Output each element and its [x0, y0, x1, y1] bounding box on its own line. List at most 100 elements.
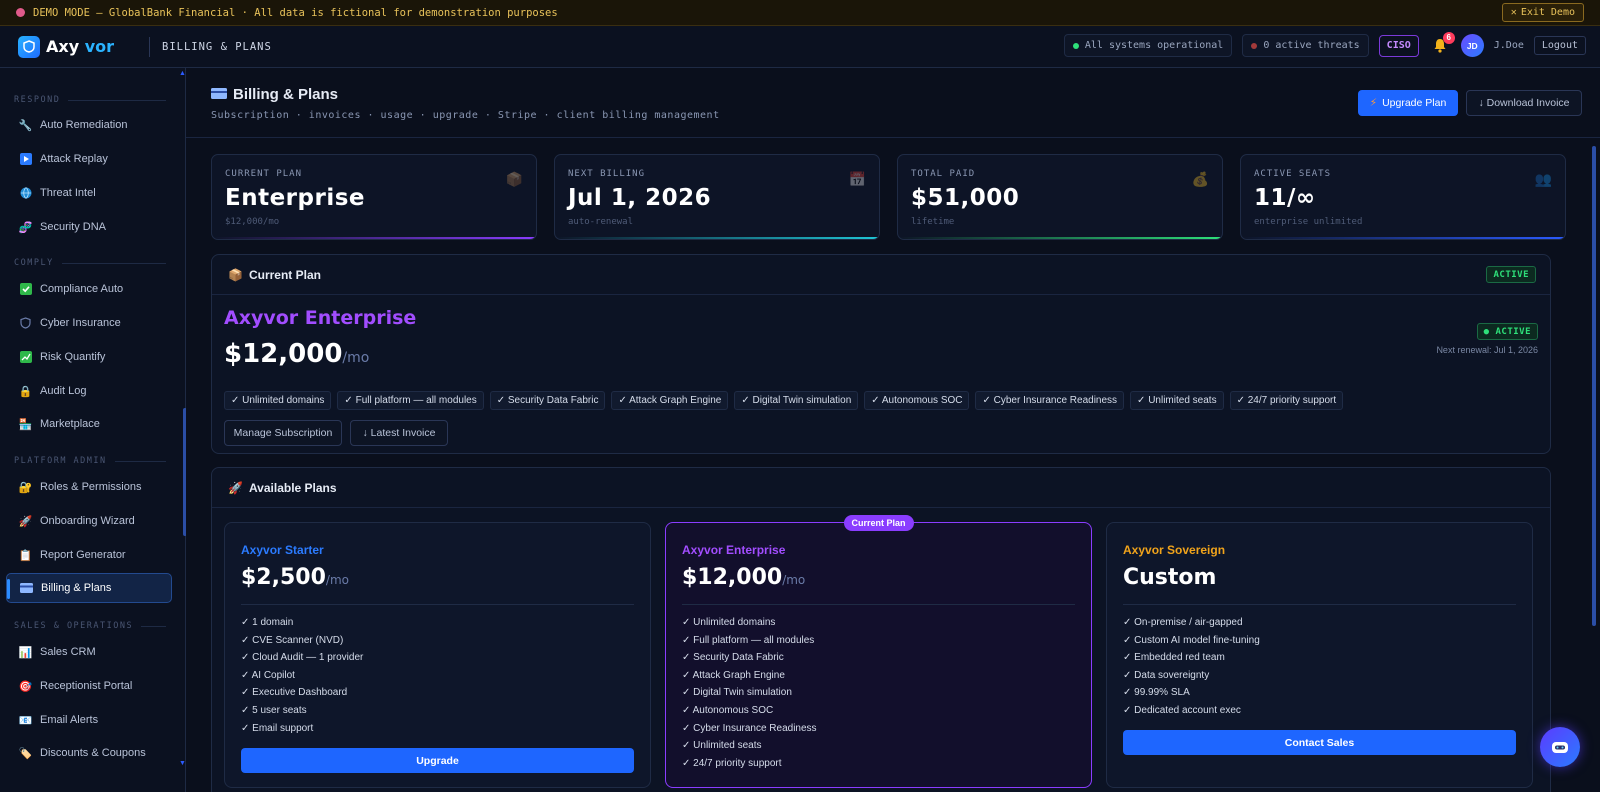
sidebar-item-email-alerts[interactable]: 📧 Email Alerts: [6, 705, 172, 735]
sidebar-item-security-dna[interactable]: 🧬 Security DNA: [6, 212, 172, 242]
stat-label: ACTIVE SEATS: [1254, 169, 1332, 179]
stat-sub: auto-renewal: [568, 217, 634, 227]
status-badge: ● ACTIVE: [1476, 323, 1538, 340]
stat-current-plan: CURRENT PLAN Enterprise $12,000/mo 📦: [211, 154, 537, 240]
sidebar-item-label: Billing & Plans: [41, 582, 112, 594]
sidebar-item-discounts-coupons[interactable]: 🏷️ Discounts & Coupons: [6, 738, 172, 768]
contact-sales-button[interactable]: Contact Sales: [1123, 730, 1516, 755]
exit-demo-button[interactable]: ✕ Exit Demo: [1501, 3, 1584, 22]
card-title: Current Plan: [248, 267, 321, 282]
sidebar-item-sales-crm[interactable]: 📊 Sales CRM: [6, 637, 172, 667]
sidebar-item-risk-quantify[interactable]: Risk Quantify: [6, 342, 172, 372]
close-icon: ✕: [1510, 7, 1517, 18]
calendar-icon: 📅: [848, 171, 866, 187]
sidebar-item-label: Auto Remediation: [40, 119, 128, 131]
stat-accent-bar: [555, 237, 879, 239]
sidebar-item-label: Receptionist Portal: [40, 680, 133, 692]
target-icon: 🎯: [18, 680, 33, 693]
sidebar-item-compliance-auto[interactable]: Compliance Auto: [6, 274, 172, 304]
logo-text-a: Axy: [46, 37, 80, 56]
plan-price: $12,000/mo: [224, 339, 369, 369]
role-badge[interactable]: CISO: [1378, 34, 1419, 57]
plan-tier-sovereign: Axyvor Sovereign Custom ✓ On-premise / a…: [1106, 522, 1533, 788]
plan-tier-starter: Axyvor Starter $2,500/mo ✓ 1 domain ✓ CV…: [224, 522, 651, 788]
sidebar-item-attack-replay[interactable]: Attack Replay: [6, 144, 172, 174]
stat-sub: enterprise unlimited: [1254, 217, 1363, 227]
sidebar-item-billing-plans[interactable]: Billing & Plans: [6, 573, 172, 603]
system-status: All systems operational: [1063, 34, 1233, 57]
sidebar-item-cyber-insurance[interactable]: Cyber Insurance: [6, 308, 172, 338]
manage-subscription-button[interactable]: Manage Subscription: [224, 420, 342, 446]
lightning-icon: ⚡: [1369, 97, 1378, 109]
available-plans-card: 🚀 Available Plans Axyvor Starter $2,500/…: [211, 467, 1551, 792]
upgrade-button[interactable]: Upgrade: [241, 748, 634, 773]
sidebar-item-onboarding-wizard[interactable]: 🚀 Onboarding Wizard: [6, 506, 172, 536]
sidebar-item-audit-log[interactable]: 🔒 Audit Log: [6, 376, 172, 406]
rocket-icon: 🚀: [228, 480, 243, 495]
tier-feature: ✓ Data sovereignty: [1123, 669, 1210, 681]
tier-price: $2,500/mo: [241, 565, 349, 590]
sidebar-item-marketplace[interactable]: 🏪 Marketplace: [6, 409, 172, 439]
tier-feature: ✓ 24/7 priority support: [682, 757, 782, 769]
feature-chip: ✓ Security Data Fabric: [489, 391, 606, 410]
sidebar-item-label: Risk Quantify: [40, 351, 106, 363]
tier-feature: ✓ Dedicated account exec: [1123, 704, 1241, 716]
tier-features: ✓ Unlimited domains ✓ Full platform — al…: [682, 617, 817, 775]
tier-feature: ✓ 99.99% SLA: [1123, 687, 1190, 699]
sidebar-item-auto-remediation[interactable]: 🔧 Auto Remediation: [6, 110, 172, 140]
sidebar-item-receptionist-portal[interactable]: 🎯 Receptionist Portal: [6, 671, 172, 701]
sidebar-item-label: Sales CRM: [40, 646, 96, 658]
sidebar-item-roles-permissions[interactable]: 🔐 Roles & Permissions: [6, 472, 172, 502]
sidebar-item-report-generator[interactable]: 📋 Report Generator: [6, 540, 172, 570]
sidebar-item-label: Report Generator: [40, 549, 126, 561]
tier-name: Axyvor Enterprise: [682, 543, 786, 557]
sidebar-item-label: Discounts & Coupons: [40, 747, 146, 759]
main-scrollbar[interactable]: [1592, 146, 1596, 626]
card-header: 🚀 Available Plans: [212, 468, 1550, 508]
tier-feature: ✓ Autonomous SOC: [682, 704, 774, 716]
stat-accent-bar: [1241, 237, 1565, 239]
stat-next-billing: NEXT BILLING Jul 1, 2026 auto-renewal 📅: [554, 154, 880, 240]
avatar[interactable]: JD: [1460, 34, 1484, 57]
rocket-icon: 🚀: [18, 515, 33, 528]
notification-count: 6: [1442, 31, 1455, 44]
scroll-up-icon[interactable]: ▲: [179, 70, 186, 77]
divider: [682, 604, 1075, 605]
section-platform-admin: PLATFORM ADMIN: [14, 456, 166, 466]
box-icon: 📦: [505, 171, 523, 187]
page-title: Billing & Plans: [211, 86, 338, 103]
sidebar-item-label: Cyber Insurance: [40, 317, 121, 329]
logo[interactable]: Axy vor: [0, 35, 137, 58]
sidebar-item-threat-intel[interactable]: Threat Intel: [6, 178, 172, 208]
tier-price: $12,000/mo: [682, 565, 805, 590]
money-bag-icon: 💰: [1191, 171, 1209, 187]
tier-price-value: $12,000: [682, 565, 783, 590]
download-invoice-button[interactable]: ↓ Download Invoice: [1466, 90, 1582, 116]
demo-banner: DEMO MODE — GlobalBank Financial · All d…: [0, 0, 1600, 26]
tier-feature: ✓ CVE Scanner (NVD): [241, 634, 344, 646]
feature-chip: ✓ Unlimited seats: [1130, 391, 1224, 410]
upgrade-plan-button[interactable]: ⚡ Upgrade Plan: [1358, 90, 1458, 116]
latest-invoice-button[interactable]: ↓ Latest Invoice: [350, 420, 448, 446]
store-icon: 🏪: [18, 418, 33, 431]
tier-features: ✓ On-premise / air-gapped ✓ Custom AI mo…: [1123, 617, 1260, 723]
threat-dot-icon: [1251, 42, 1258, 49]
main-content: Billing & Plans Subscription · invoices …: [186, 68, 1600, 792]
tier-feature: ✓ Full platform — all modules: [682, 634, 815, 646]
scroll-down-icon[interactable]: ▼: [179, 760, 186, 767]
chatbot-button[interactable]: [1540, 727, 1580, 767]
tier-feature: ✓ Cyber Insurance Readiness: [682, 722, 817, 734]
tier-name: Axyvor Starter: [241, 543, 324, 557]
tier-feature: ✓ Cloud Audit — 1 provider: [241, 652, 364, 664]
tier-price: Custom: [1123, 565, 1216, 590]
page-subtitle: Subscription · invoices · usage · upgrad…: [211, 110, 720, 121]
current-plan-tag: Current Plan: [843, 515, 914, 531]
plan-price-period: /mo: [342, 350, 370, 366]
tier-feature: ✓ 1 domain: [241, 617, 294, 628]
notifications-button[interactable]: 6: [1429, 31, 1455, 57]
box-icon: 📦: [228, 267, 243, 282]
card-icon: [20, 582, 33, 595]
breadcrumb: BILLING & PLANS: [162, 40, 272, 53]
sidebar-item-label: Email Alerts: [40, 714, 99, 726]
logout-button[interactable]: Logout: [1533, 36, 1586, 55]
